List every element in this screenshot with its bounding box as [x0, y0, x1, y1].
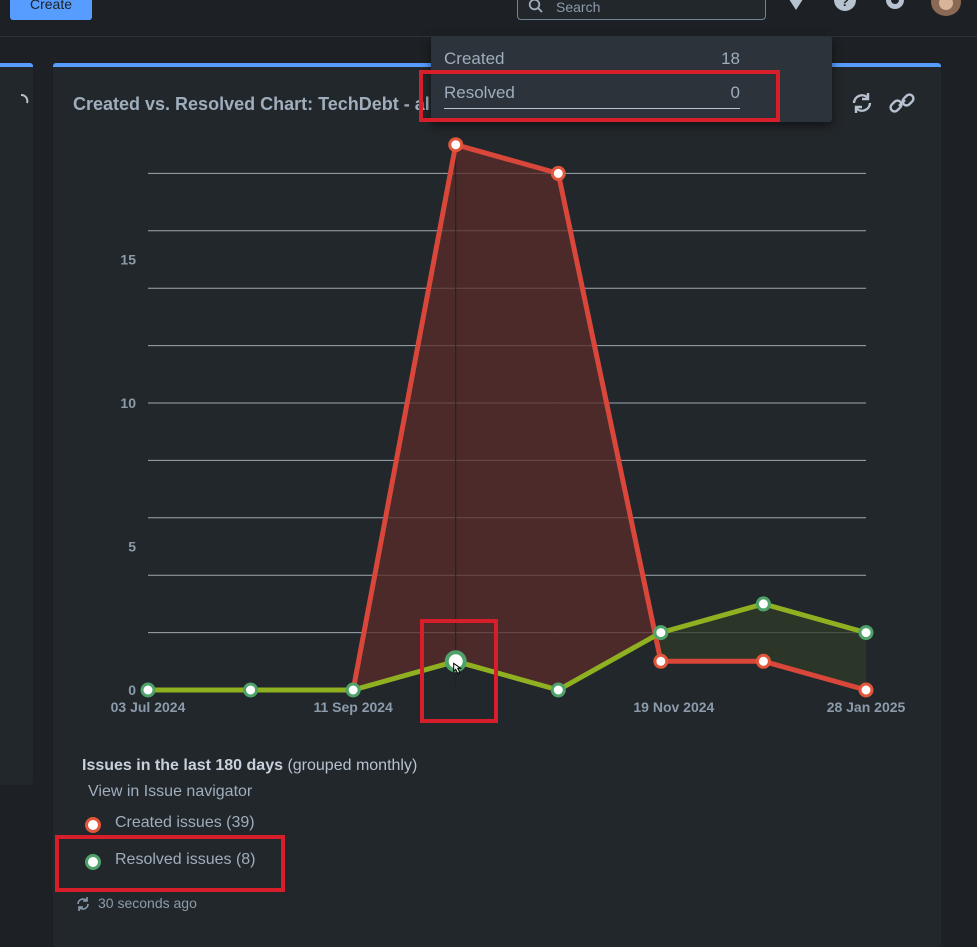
resolved-area: [660, 603, 764, 662]
created-legend-dot: [85, 817, 101, 833]
created-point: [550, 165, 566, 181]
tooltip-label: Resolved: [444, 83, 515, 102]
y-tick-label: 5: [128, 539, 136, 555]
created-point: [858, 682, 874, 698]
created-point: [755, 653, 771, 669]
refresh-icon[interactable]: [75, 896, 91, 912]
created-area: [455, 144, 559, 690]
legend-title-bold: Issues in the last 180 days: [82, 757, 283, 774]
tooltip-label: Created: [444, 49, 505, 68]
tooltip-value: 0: [730, 83, 740, 102]
created-point: [448, 137, 464, 153]
resolved-point: [858, 625, 874, 641]
y-tick-label: 15: [120, 252, 136, 268]
x-tick-label: 11 Sep 2024: [313, 699, 393, 715]
resolved-point: [653, 625, 669, 641]
legend-item-label: Created issues (39): [115, 814, 255, 831]
resolved-point: [550, 682, 566, 698]
resolved-point: [140, 682, 156, 698]
y-tick-label: 0: [128, 682, 136, 698]
resolved-point: [755, 596, 771, 612]
resolved-legend-dot: [85, 854, 101, 870]
x-tick-label: 28 Jan 2025: [827, 699, 906, 715]
resolved-point: [243, 682, 259, 698]
tooltip-value: 18: [721, 49, 740, 68]
y-tick-label: 10: [120, 395, 136, 411]
created-point: [653, 653, 669, 669]
resolved-point: [345, 682, 361, 698]
tooltip-row-resolved: Resolved 0: [444, 78, 740, 109]
legend-item-label: Resolved issues (8): [115, 851, 256, 868]
legend-title: Issues in the last 180 days (grouped mon…: [82, 757, 417, 775]
chart-tooltip: Created 18 Resolved 0: [431, 36, 832, 122]
x-tick-label: 19 Nov 2024: [633, 699, 714, 715]
refreshed-text: 30 seconds ago: [98, 895, 197, 911]
view-in-issue-navigator-link[interactable]: View in Issue navigator: [88, 783, 252, 801]
legend-subtitle: (grouped monthly): [287, 757, 418, 774]
x-tick-label: 03 Jul 2024: [111, 699, 186, 715]
tooltip-row-created: Created 18: [444, 44, 740, 74]
